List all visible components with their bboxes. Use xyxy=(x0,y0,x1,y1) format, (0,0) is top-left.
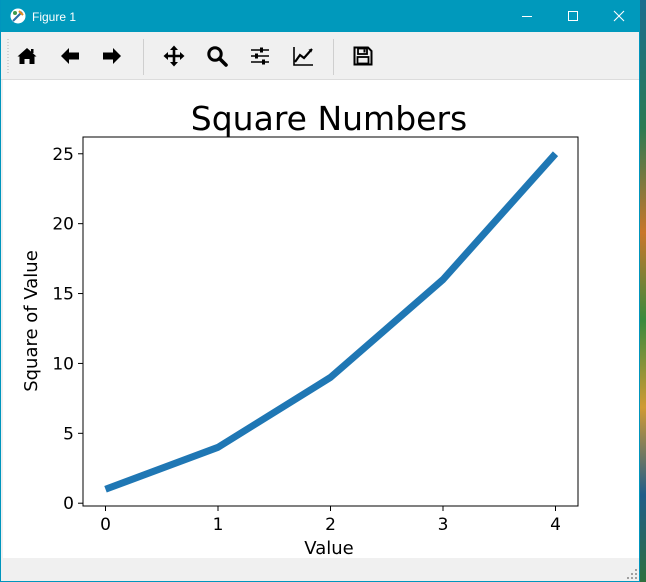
x-tick-label: 0 xyxy=(100,515,111,535)
x-tick-label: 4 xyxy=(550,515,561,535)
minimize-icon xyxy=(522,16,532,17)
save-button[interactable] xyxy=(347,40,379,72)
y-tick-label: 15 xyxy=(52,285,74,305)
navigation-toolbar xyxy=(1,33,639,80)
x-tick-label: 3 xyxy=(438,515,449,535)
line-chart: Square Numbers 0 1 2 3 4 0 5 10 15 20 25 Value Squ… xyxy=(21,99,579,558)
figure-window: Figure 1 Square Numbers 0 1 2 3 4 0 5 10… xyxy=(0,0,640,582)
series-line-0 xyxy=(104,151,559,493)
zoom-button[interactable] xyxy=(201,40,233,72)
y-tick-label: 0 xyxy=(63,494,74,514)
resize-grip-icon[interactable] xyxy=(627,569,637,579)
minimize-button[interactable] xyxy=(504,0,550,32)
forward-button[interactable] xyxy=(96,40,128,72)
arrow-right-icon xyxy=(103,48,121,64)
close-button[interactable] xyxy=(596,0,642,32)
pan-button[interactable] xyxy=(158,40,190,72)
toolbar-grip-icon xyxy=(7,39,9,75)
chart-title: Square Numbers xyxy=(191,99,467,138)
move-arrows-icon xyxy=(163,45,185,67)
y-axis-label: Square of Value xyxy=(21,250,42,392)
sliders-icon xyxy=(251,47,269,65)
x-tick-label: 2 xyxy=(325,515,336,535)
maximize-icon xyxy=(568,11,578,21)
figure-canvas[interactable]: Square Numbers 0 1 2 3 4 0 5 10 15 20 25 Value Squ… xyxy=(3,80,639,558)
close-icon xyxy=(613,10,625,22)
maximize-button[interactable] xyxy=(550,0,596,32)
back-button[interactable] xyxy=(54,40,86,72)
plot-frame xyxy=(82,136,579,507)
y-tick-label: 20 xyxy=(52,215,74,235)
toolbar-separator xyxy=(333,39,334,75)
magnifier-icon xyxy=(207,46,228,67)
desktop-background xyxy=(640,0,646,582)
y-tick-label: 5 xyxy=(63,424,74,444)
subplots-button[interactable] xyxy=(244,40,276,72)
x-tick-label: 1 xyxy=(213,515,224,535)
window-title: Figure 1 xyxy=(32,10,77,24)
y-tick-label: 25 xyxy=(52,145,74,165)
home-icon xyxy=(17,48,37,64)
home-button[interactable] xyxy=(11,40,43,72)
arrow-left-icon xyxy=(61,48,79,64)
line-chart-icon xyxy=(293,47,313,66)
edit-axis-button[interactable] xyxy=(287,40,319,72)
toolbar-separator xyxy=(143,39,144,75)
x-axis-label: Value xyxy=(304,538,353,558)
status-bar xyxy=(1,558,639,581)
title-bar[interactable]: Figure 1 xyxy=(1,0,640,32)
y-tick-label: 10 xyxy=(52,354,74,374)
app-icon xyxy=(10,8,26,24)
floppy-disk-icon xyxy=(353,46,373,66)
